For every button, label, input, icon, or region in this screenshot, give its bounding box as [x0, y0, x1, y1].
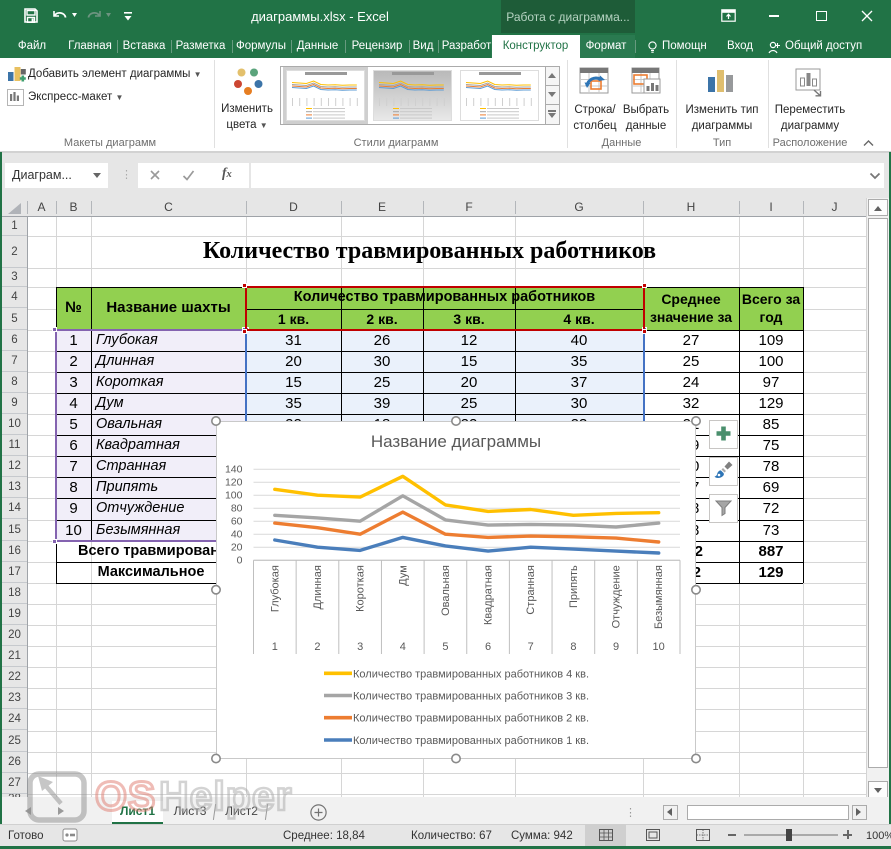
- svg-text:OS: OS: [95, 773, 156, 819]
- svg-text:Helper: Helper: [159, 773, 293, 819]
